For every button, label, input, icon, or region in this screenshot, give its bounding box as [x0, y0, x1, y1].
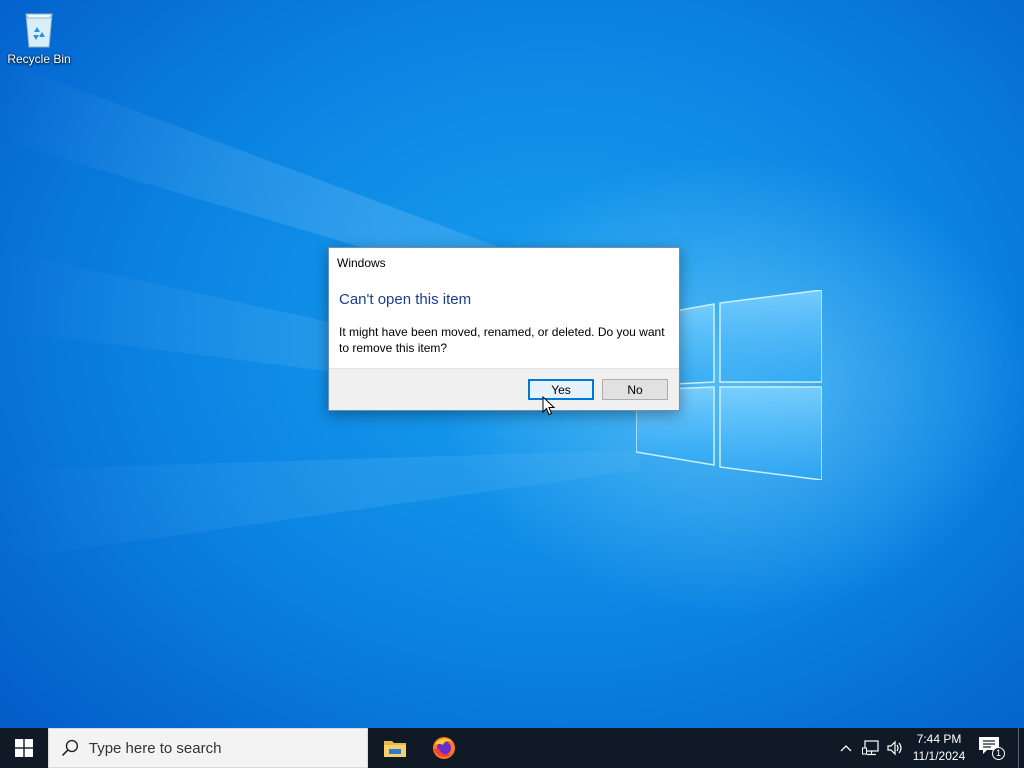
clock-date: 11/1/2024: [912, 749, 966, 763]
recycle-bin-icon: [25, 13, 53, 48]
action-center-button[interactable]: 1: [978, 736, 1005, 760]
mouse-cursor-icon: [542, 396, 556, 416]
taskbar-app-firefox[interactable]: [420, 728, 468, 768]
error-dialog: Windows Can't open this item It might ha…: [328, 247, 680, 411]
taskbar: 7:44 PM 11/1/2024 1: [0, 728, 1024, 768]
desktop-icon-label: Recycle Bin: [7, 52, 71, 66]
dialog-message: It might have been moved, renamed, or de…: [339, 325, 665, 355]
search-icon: [61, 739, 79, 757]
clock-time: 7:44 PM: [916, 732, 962, 746]
search-input[interactable]: [88, 739, 367, 757]
desktop-icon-recycle-bin[interactable]: Recycle Bin: [4, 6, 74, 76]
dialog-heading: Can't open this item: [339, 291, 472, 308]
yes-button[interactable]: Yes: [528, 379, 594, 400]
show-desktop-button[interactable]: [1018, 728, 1024, 768]
taskbar-search-box[interactable]: [48, 728, 368, 768]
dialog-button-bar: Yes No: [329, 368, 679, 410]
taskbar-app-file-explorer[interactable]: [371, 728, 419, 768]
taskbar-clock[interactable]: 7:44 PM 11/1/2024: [906, 731, 972, 765]
volume-icon[interactable]: [886, 739, 904, 757]
dialog-title: Windows: [337, 256, 386, 270]
firefox-icon: [433, 737, 455, 759]
chevron-up-icon[interactable]: [838, 740, 854, 756]
network-icon[interactable]: [862, 739, 880, 757]
no-button[interactable]: No: [602, 379, 668, 400]
file-explorer-icon: [384, 741, 406, 757]
windows-start-icon: [15, 739, 33, 757]
notification-count-badge: 1: [992, 747, 1005, 760]
start-button[interactable]: [0, 728, 48, 768]
